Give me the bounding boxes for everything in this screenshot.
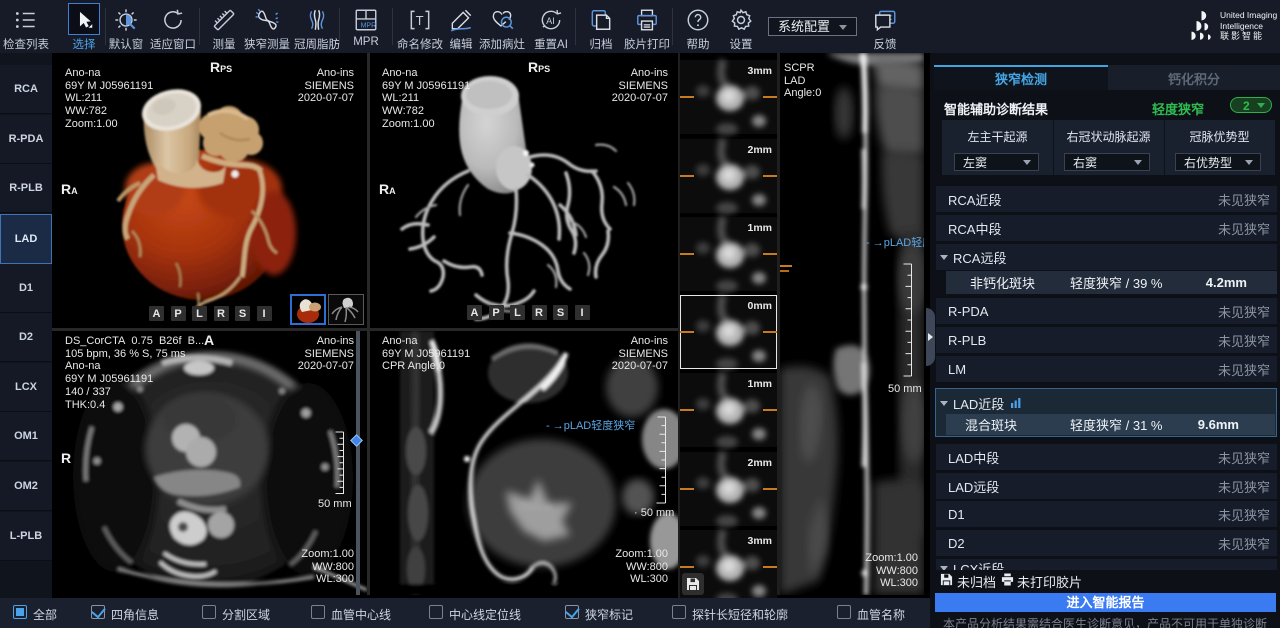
- svg-text:T: T: [416, 13, 424, 28]
- svg-text:AI: AI: [546, 16, 555, 26]
- svg-text:MPR: MPR: [361, 23, 377, 30]
